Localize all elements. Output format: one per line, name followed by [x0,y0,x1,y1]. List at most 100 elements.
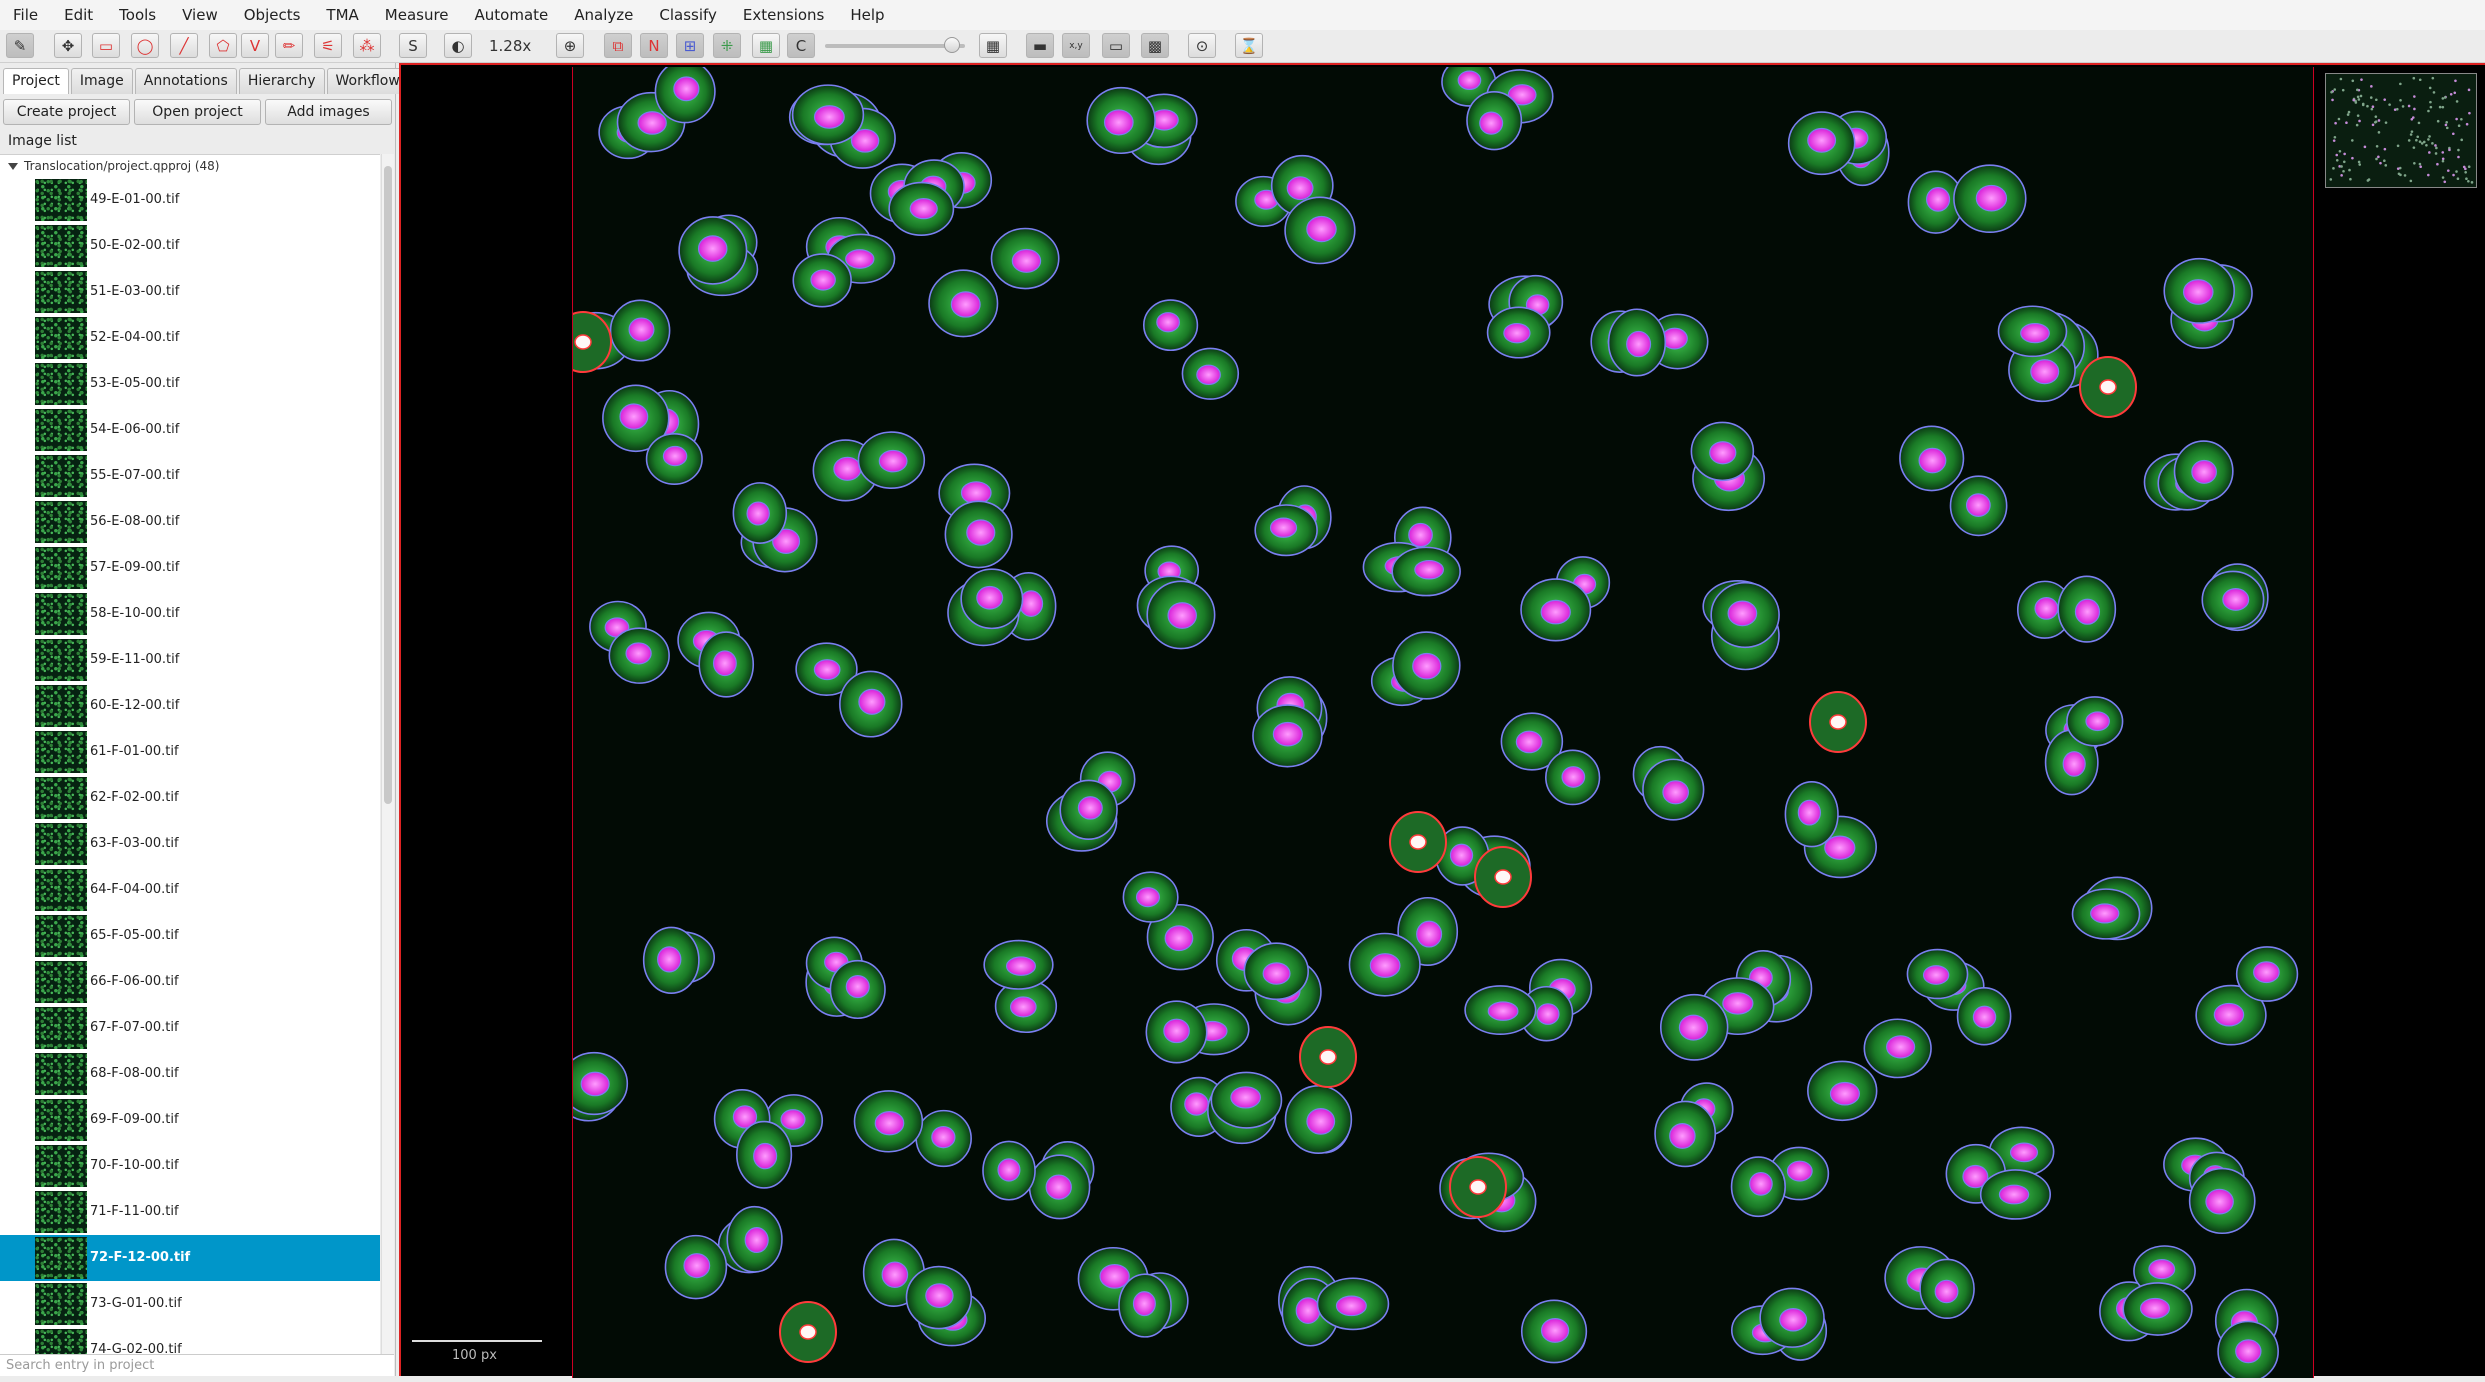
polygon-tool-icon[interactable]: ⬠ [209,33,237,58]
move-tool-icon[interactable]: ✥ [54,33,82,58]
menu-classify[interactable]: Classify [646,0,730,30]
list-item[interactable]: 74-G-02-00.tif [0,1327,380,1355]
cell-detection [2235,946,2299,1002]
selection-mode-button[interactable]: S [399,33,427,58]
tab-workflow[interactable]: Workflow [326,68,409,94]
list-item[interactable]: 58-E-10-00.tif [0,591,380,637]
fill-detections-icon[interactable]: ▦ [752,33,780,58]
overview-cell [2413,95,2416,98]
open-project-button[interactable]: Open project [134,99,261,125]
nucleus-boundary [1009,996,1037,1018]
list-item[interactable]: 61-F-01-00.tif [0,729,380,775]
menu-tools[interactable]: Tools [106,0,169,30]
list-item[interactable]: 54-E-06-00.tif [0,407,380,453]
list-item[interactable]: 59-E-11-00.tif [0,637,380,683]
nucleus-boundary [1886,1035,1916,1059]
tab-hierarchy[interactable]: Hierarchy [238,68,325,94]
list-item[interactable]: 51-E-03-00.tif [0,269,380,315]
menu-measure[interactable]: Measure [372,0,462,30]
zoom-to-fit-icon[interactable]: ⊕ [556,33,584,58]
create-project-button[interactable]: Create project [3,99,130,125]
list-item[interactable]: 73-G-01-00.tif [0,1281,380,1327]
list-item[interactable]: 49-E-01-00.tif [0,177,380,223]
brightness-contrast-icon[interactable]: ◐ [444,33,472,58]
overview-thumbnail[interactable] [2325,73,2477,188]
menu-extensions[interactable]: Extensions [730,0,837,30]
list-item[interactable]: 50-E-02-00.tif [0,223,380,269]
overview-cell [2355,123,2359,127]
tab-image[interactable]: Image [70,68,133,94]
nucleus-boundary [619,403,649,430]
search-entry-input[interactable]: Search entry in project [0,1354,394,1376]
wand-tool-icon[interactable]: ⚟ [314,33,342,58]
menu-tma[interactable]: TMA [313,0,371,30]
list-item[interactable]: 66-F-06-00.tif [0,959,380,1005]
list-item[interactable]: 65-F-05-00.tif [0,913,380,959]
menu-automate[interactable]: Automate [462,0,562,30]
show-cursor-location-button[interactable]: x,y [1062,33,1090,58]
list-item[interactable]: 62-F-02-00.tif [0,775,380,821]
show-tma-grid-icon[interactable]: ⊞ [676,33,704,58]
project-root-node[interactable]: Translocation/project.qpproj (48) [8,157,219,175]
overview-cell [2454,79,2457,83]
rectangle-tool-icon[interactable]: ▭ [92,33,120,58]
show-scalebar-icon[interactable]: ▭ [1102,33,1130,58]
image-list-scrollbar[interactable] [381,154,394,1354]
show-detections-icon[interactable]: ⁜ [713,33,741,58]
polyline-tool-icon[interactable]: V [241,33,269,58]
menu-help[interactable]: Help [837,0,897,30]
menu-analyze[interactable]: Analyze [561,0,646,30]
menu-file[interactable]: File [0,0,51,30]
show-names-button[interactable]: N [640,33,668,58]
list-item[interactable]: 64-F-04-00.tif [0,867,380,913]
list-item[interactable]: 63-F-03-00.tif [0,821,380,867]
line-tool-icon[interactable]: ╱ [170,33,198,58]
ellipse-tool-icon[interactable]: ◯ [131,33,159,58]
show-overview-icon[interactable]: ▬ [1026,33,1054,58]
log-viewer-icon[interactable]: ⊙ [1188,33,1216,58]
menu-view[interactable]: View [169,0,231,30]
list-item[interactable]: 55-E-07-00.tif [0,453,380,499]
image-list[interactable]: Translocation/project.qpproj (48) 49-E-0… [0,154,380,1355]
overview-cell [2407,104,2411,108]
add-images-button[interactable]: Add images [265,99,392,125]
opacity-slider-thumb[interactable] [944,37,960,53]
image-list-label: Image list [8,133,77,149]
expand-triangle-icon[interactable] [8,163,18,170]
list-item[interactable]: 69-F-09-00.tif [0,1097,380,1143]
points-tool-icon[interactable]: ⁂ [353,33,381,58]
microscopy-image[interactable] [554,57,2314,1382]
cell-detection [1392,631,1461,700]
show-grid-icon[interactable]: ▩ [1141,33,1169,58]
list-item[interactable]: 67-F-07-00.tif [0,1005,380,1051]
cell-detection [608,627,670,684]
menu-edit[interactable]: Edit [51,0,106,30]
show-connections-button[interactable]: C [787,33,815,58]
list-item[interactable]: 72-F-12-00.tif [0,1235,380,1281]
nucleus-boundary [2139,1297,2170,1319]
brush-select-icon[interactable]: ✎ [6,33,34,58]
scrollbar-thumb[interactable] [384,166,392,804]
script-editor-icon[interactable]: ⌛ [1235,33,1263,58]
list-item[interactable]: 68-F-08-00.tif [0,1051,380,1097]
project-panel: Project Image Annotations Hierarchy Workflow… [0,63,409,1376]
tab-annotations[interactable]: Annotations [134,68,237,94]
positive-cell-detection [1809,691,1867,753]
brush-tool-icon[interactable]: ✏ [275,33,303,58]
image-viewer[interactable] [399,57,2485,1382]
list-item[interactable]: 70-F-10-00.tif [0,1143,380,1189]
tab-project[interactable]: Project [3,68,69,94]
list-item[interactable]: 71-F-11-00.tif [0,1189,380,1235]
list-item[interactable]: 56-E-08-00.tif [0,499,380,545]
list-item[interactable]: 57-E-09-00.tif [0,545,380,591]
cell-detection [1210,1071,1283,1129]
list-item[interactable]: 60-E-12-00.tif [0,683,380,729]
overview-cell [2361,102,2365,106]
list-item[interactable]: 52-E-04-00.tif [0,315,380,361]
measurement-table-icon[interactable]: ▦ [979,33,1007,58]
nucleus-boundary [881,1261,909,1288]
positive-cell-detection [779,1301,837,1363]
show-annotations-icon[interactable]: ⧉ [604,33,632,58]
list-item[interactable]: 53-E-05-00.tif [0,361,380,407]
menu-objects[interactable]: Objects [231,0,314,30]
